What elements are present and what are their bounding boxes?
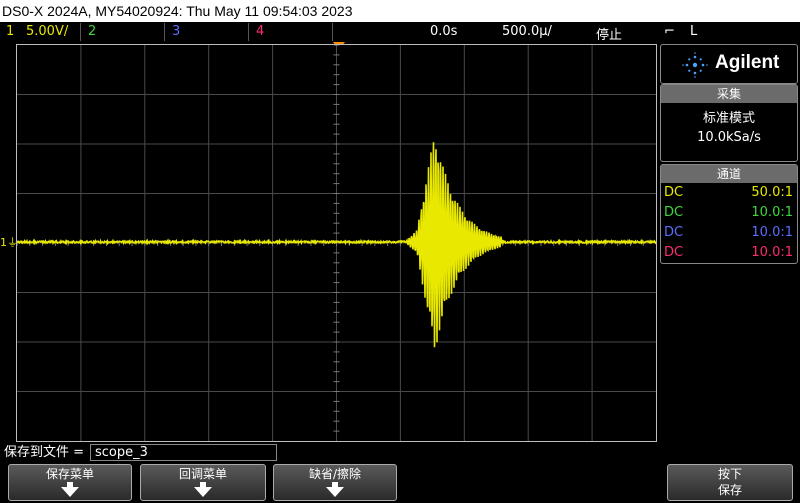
defaults-erase-label: 缺省/擦除 bbox=[274, 466, 396, 482]
status-bar: 1 5.00V/ 2 3 4 0.0s 500.0µ/ 停止 ⌐ L bbox=[0, 22, 800, 42]
press-to-save-button[interactable]: 按下 保存 bbox=[667, 464, 793, 501]
arrow-down-icon bbox=[141, 482, 265, 497]
channel-row-3[interactable]: DC 10.0:1 bbox=[661, 223, 797, 243]
save-menu-button[interactable]: 保存菜单 bbox=[8, 464, 132, 501]
save-label: 保存 bbox=[668, 482, 792, 498]
arrow-down-icon bbox=[274, 482, 396, 497]
ch1-waveform bbox=[17, 45, 656, 441]
recall-menu-label: 回调菜单 bbox=[141, 466, 265, 482]
ch4-probe: 10.0:1 bbox=[751, 243, 793, 263]
ch1-ground-marker[interactable]: 1⏚ bbox=[0, 234, 18, 250]
defaults-erase-button[interactable]: 缺省/擦除 bbox=[273, 464, 397, 501]
ch3-probe: 10.0:1 bbox=[751, 223, 793, 243]
ch1-trace bbox=[17, 142, 656, 347]
ch1-probe: 50.0:1 bbox=[751, 183, 793, 203]
channels-panel[interactable]: 通道 DC 50.0:1 DC 10.0:1 DC 10.0:1 DC 10.0… bbox=[660, 164, 798, 264]
ch4-number[interactable]: 4 bbox=[256, 24, 264, 39]
window-title: DS0-X 2024A, MY54020924: Thu May 11 09:5… bbox=[0, 0, 800, 22]
ch2-coupling: DC bbox=[664, 203, 683, 223]
ch1-number[interactable]: 1 bbox=[6, 24, 14, 39]
save-filename-bar: 保存到文件 = scope_3 bbox=[0, 444, 800, 462]
ch2-probe: 10.0:1 bbox=[751, 203, 793, 223]
agilent-spark-icon bbox=[681, 51, 709, 79]
channel-row-2[interactable]: DC 10.0:1 bbox=[661, 203, 797, 223]
time-scale[interactable]: 500.0µ/ bbox=[502, 24, 552, 39]
ch2-number[interactable]: 2 bbox=[88, 24, 96, 39]
agilent-logo: Agilent bbox=[660, 44, 798, 84]
save-to-file-label: 保存到文件 = bbox=[4, 444, 84, 462]
trigger-level[interactable]: L bbox=[690, 24, 697, 39]
ch3-number[interactable]: 3 bbox=[172, 24, 180, 39]
recall-menu-button[interactable]: 回调菜单 bbox=[140, 464, 266, 501]
sample-rate: 10.0kSa/s bbox=[661, 130, 797, 145]
acquisition-mode: 标准模式 bbox=[661, 107, 797, 126]
ch1-coupling: DC bbox=[664, 183, 683, 203]
waveform-display[interactable] bbox=[16, 44, 657, 442]
press-label: 按下 bbox=[668, 466, 792, 482]
acquisition-panel[interactable]: 采集 标准模式 10.0kSa/s bbox=[660, 84, 798, 162]
save-menu-label: 保存菜单 bbox=[9, 466, 131, 482]
ch4-coupling: DC bbox=[664, 243, 683, 263]
channel-row-4[interactable]: DC 10.0:1 bbox=[661, 243, 797, 263]
ch1-scale[interactable]: 5.00V/ bbox=[26, 24, 68, 39]
arrow-down-icon bbox=[9, 482, 131, 497]
filename-field[interactable]: scope_3 bbox=[90, 444, 277, 461]
run-state[interactable]: 停止 bbox=[596, 24, 622, 43]
trigger-slope-icon[interactable]: ⌐ bbox=[664, 24, 675, 39]
acquisition-header: 采集 bbox=[661, 85, 797, 103]
channel-row-1[interactable]: DC 50.0:1 bbox=[661, 183, 797, 203]
channels-header: 通道 bbox=[661, 165, 797, 183]
ch3-coupling: DC bbox=[664, 223, 683, 243]
time-offset[interactable]: 0.0s bbox=[430, 24, 457, 39]
brand-name: Agilent bbox=[715, 52, 779, 74]
